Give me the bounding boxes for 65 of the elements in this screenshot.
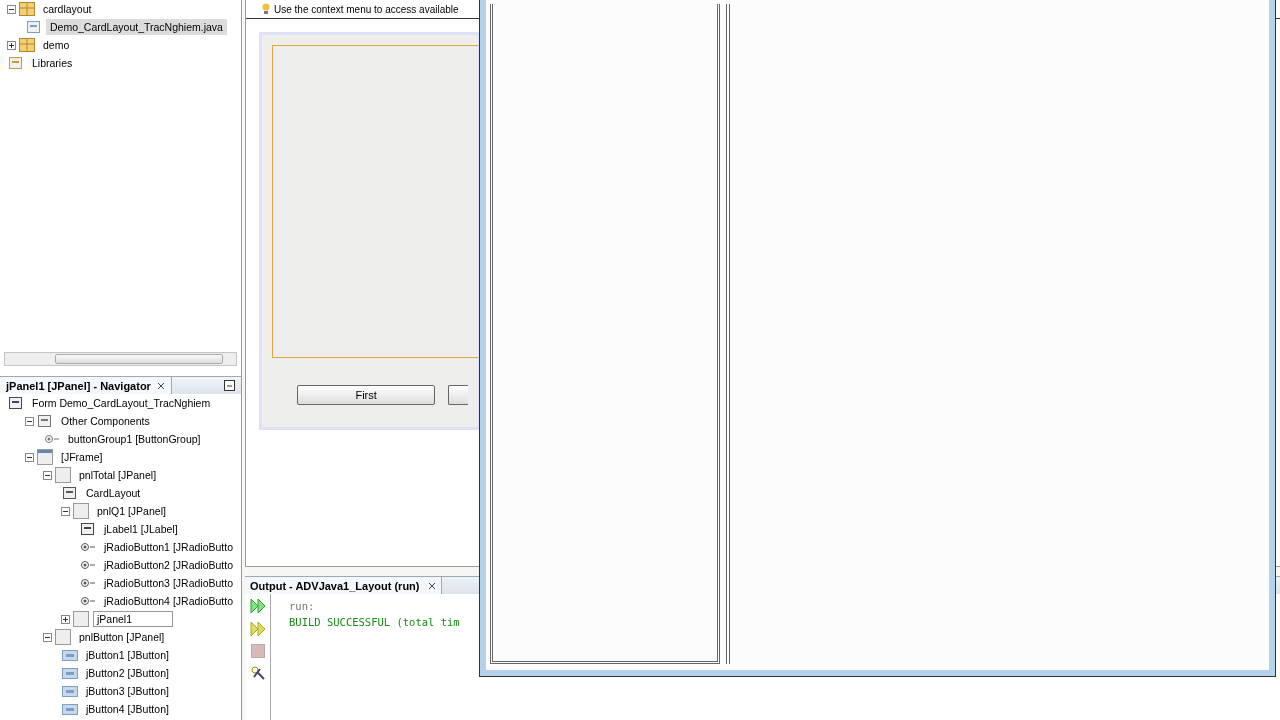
output-line: run: (289, 599, 316, 614)
panel-icon (55, 467, 71, 483)
collapse-toggle[interactable] (7, 4, 16, 14)
tree-item[interactable]: jButton2 [JButton] (82, 665, 173, 681)
wrench-icon[interactable] (249, 665, 266, 681)
tree-item[interactable]: demo (39, 37, 74, 53)
ok-button-icon (62, 685, 78, 697)
formfile-icon (26, 20, 42, 34)
ok-button-icon (62, 649, 78, 661)
form-icon (8, 396, 24, 410)
form-button[interactable]: First (297, 385, 436, 405)
tree-item[interactable]: Form Demo_CardLayout_TracNghiem (28, 395, 215, 411)
layout-icon (62, 486, 78, 500)
panel-icon (37, 449, 53, 465)
panel-icon (55, 629, 71, 645)
radio-icon (44, 434, 60, 444)
radio-icon (80, 578, 96, 588)
collapse-toggle[interactable] (25, 416, 34, 426)
minimize-icon[interactable] (224, 380, 235, 391)
tree-item[interactable]: jButton3 [JButton] (82, 683, 173, 699)
ok-button-icon (62, 703, 78, 715)
collapse-toggle[interactable] (43, 470, 52, 480)
tree-item[interactable]: Demo_CardLayout_TracNghiem.java (46, 19, 227, 35)
panel-icon (73, 503, 89, 519)
package-icon (19, 38, 35, 52)
tree-item[interactable]: Libraries (28, 55, 77, 71)
form-button[interactable] (448, 385, 468, 405)
rerun-icon[interactable] (249, 598, 266, 614)
package-icon (19, 2, 35, 16)
ok-button-icon (62, 667, 78, 679)
splitter[interactable] (726, 4, 730, 664)
tree-item[interactable]: buttonGroup1 [ButtonGroup] (64, 431, 205, 447)
tree-item[interactable]: jButton4 [JButton] (82, 701, 173, 717)
tree-item[interactable]: CardLayout (82, 485, 145, 501)
collapse-toggle[interactable] (25, 452, 34, 462)
tree-item[interactable]: Other Components (57, 413, 154, 429)
tree-item[interactable]: [JFrame] (57, 449, 107, 465)
designer-hint: Use the context menu to access available (274, 3, 459, 15)
tree-item[interactable]: cardlayout (39, 1, 96, 17)
tree-item[interactable]: jRadioButton3 [JRadioButto (100, 575, 237, 591)
library-icon (8, 56, 24, 70)
expand-toggle[interactable] (61, 614, 70, 624)
tree-item[interactable]: jRadioButton1 [JRadioButto (100, 539, 237, 555)
tree-item[interactable]: jButton1 [JButton] (82, 647, 173, 663)
tree-item[interactable]: jRadioButton2 [JRadioButto (100, 557, 237, 573)
tree-item[interactable]: jRadioButton4 [JRadioButto (100, 593, 237, 609)
collapse-toggle[interactable] (61, 506, 70, 516)
tree-item[interactable]: pnlTotal [JPanel] (75, 467, 161, 483)
lightbulb-icon (262, 3, 270, 15)
radio-icon (80, 596, 96, 606)
expand-toggle[interactable] (7, 40, 16, 50)
horizontal-scrollbar[interactable] (4, 352, 237, 366)
radio-icon (80, 560, 96, 570)
close-icon[interactable] (427, 581, 436, 590)
rename-field[interactable]: jPanel1 (93, 611, 173, 627)
tree-item[interactable]: pnlButton [JPanel] (75, 629, 169, 645)
tree-item[interactable]: pnlQ1 [JPanel] (93, 503, 170, 519)
close-icon[interactable] (156, 381, 165, 390)
output-line: BUILD SUCCESSFUL (total tim (289, 615, 460, 630)
collapse-toggle[interactable] (43, 632, 52, 642)
panel-icon (73, 611, 89, 627)
label-icon (80, 522, 96, 536)
tree-item[interactable]: jLabel1 [JLabel] (100, 521, 182, 537)
other-icon (37, 414, 53, 428)
radio-icon (80, 542, 96, 552)
